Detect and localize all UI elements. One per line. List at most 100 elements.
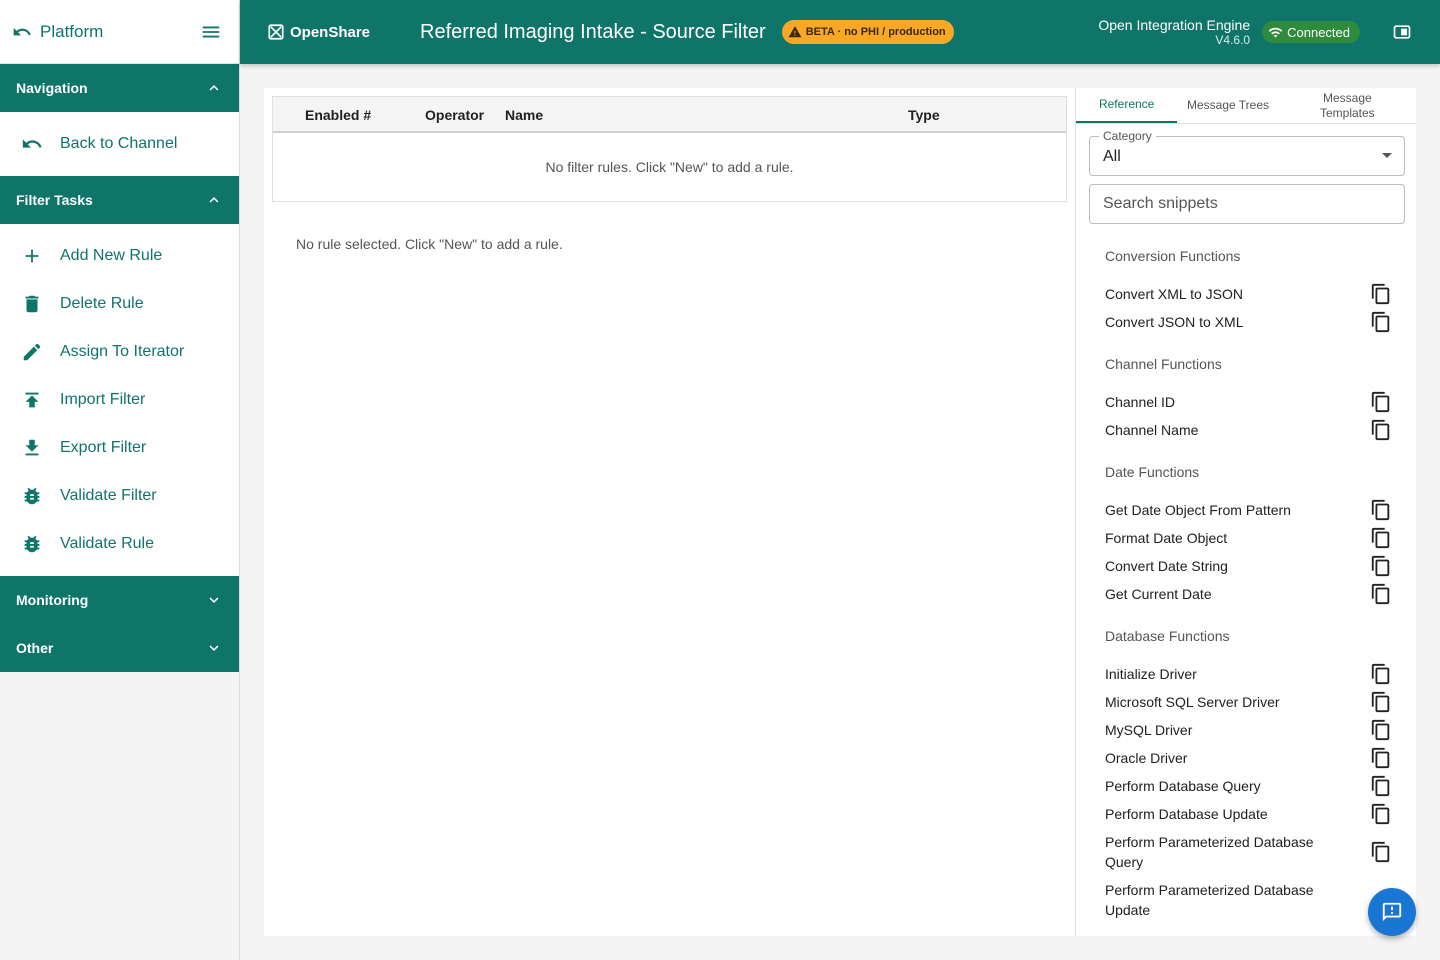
snippet-item[interactable]: Convert XML to JSON — [1076, 280, 1416, 308]
snippet-item[interactable]: Convert JSON to XML — [1076, 308, 1416, 336]
nav-item-export-filter[interactable]: Export Filter — [0, 424, 239, 472]
nav-item-validate-rule[interactable]: Validate Rule — [0, 520, 239, 568]
snippet-item[interactable]: Get Date Object From Pattern — [1076, 496, 1416, 524]
sidebar-top: Platform — [0, 0, 239, 64]
copy-icon[interactable] — [1369, 282, 1393, 306]
nav-item-label: Back to Channel — [60, 135, 178, 152]
snippet-item[interactable]: Format Date Object — [1076, 524, 1416, 552]
feedback-button[interactable] — [1368, 888, 1416, 936]
nav-item-delete-rule[interactable]: Delete Rule — [0, 280, 239, 328]
section-filter-tasks-header[interactable]: Filter Tasks — [0, 176, 239, 224]
column-header-enabled[interactable]: Enabled # — [305, 107, 371, 123]
copy-icon[interactable] — [1369, 774, 1393, 798]
snippet-group-date: Date Functions Get Date Object From Patt… — [1076, 456, 1416, 620]
column-header-type[interactable]: Type — [908, 107, 940, 123]
section-navigation-header[interactable]: Navigation — [0, 64, 239, 112]
reference-tabs: Reference Message Trees Message Template… — [1076, 88, 1416, 124]
platform-link[interactable]: Platform — [12, 22, 199, 42]
dropdown-arrow-icon — [1382, 153, 1392, 158]
section-title: Monitoring — [16, 592, 89, 608]
section-filter-tasks-body: Add New Rule Delete Rule Assign To Itera… — [0, 224, 239, 576]
nav-item-label: Delete Rule — [60, 295, 144, 312]
snippet-search-input[interactable] — [1089, 184, 1405, 224]
snippet-item[interactable]: Perform Parameterized Database Query — [1076, 828, 1416, 876]
snippet-item[interactable]: MySQL Driver — [1076, 716, 1416, 744]
nav-item-validate-filter[interactable]: Validate Filter — [0, 472, 239, 520]
snippet-item[interactable]: Perform Database Query — [1076, 772, 1416, 800]
snippet-label: Initialize Driver — [1105, 666, 1197, 682]
engine-name: Open Integration Engine — [1098, 17, 1251, 33]
pencil-icon — [20, 340, 44, 364]
copy-icon[interactable] — [1369, 718, 1393, 742]
snippet-item[interactable]: Channel Name — [1076, 416, 1416, 444]
copy-icon[interactable] — [1369, 498, 1393, 522]
snippet-label: Perform Parameterized Database Update — [1105, 882, 1314, 918]
hamburger-menu-icon[interactable] — [199, 20, 223, 44]
tab-message-templates[interactable]: Message Templates — [1279, 88, 1416, 123]
category-value: All — [1103, 148, 1121, 165]
brand-name: OpenShare — [290, 23, 371, 41]
copy-icon[interactable] — [1369, 690, 1393, 714]
chevron-down-icon — [209, 645, 219, 651]
copy-icon[interactable] — [1369, 526, 1393, 550]
snippet-label: Channel Name — [1105, 422, 1199, 438]
snippet-item[interactable]: Get Current Date — [1076, 580, 1416, 608]
copy-icon[interactable] — [1369, 840, 1393, 864]
snippet-item[interactable]: Convert Date String — [1076, 552, 1416, 580]
copy-icon[interactable] — [1369, 662, 1393, 686]
nav-item-back-to-channel[interactable]: Back to Channel — [0, 120, 239, 168]
copy-icon[interactable] — [1369, 310, 1393, 334]
section-title: Filter Tasks — [16, 192, 93, 208]
platform-label: Platform — [40, 21, 104, 41]
snippet-item[interactable]: Channel ID — [1076, 388, 1416, 416]
header-right: Open Integration Engine V4.6.0 Connected — [1098, 17, 1440, 47]
section-title: Navigation — [16, 80, 88, 96]
brand-logo[interactable]: OpenShare — [267, 23, 420, 41]
panel-toggle-icon[interactable] — [1390, 20, 1414, 44]
snippet-label: Oracle Driver — [1105, 750, 1188, 766]
snippet-group-channel: Channel Functions Channel ID Channel Nam… — [1076, 348, 1416, 456]
copy-icon[interactable] — [1369, 390, 1393, 414]
nav-item-label: Import Filter — [60, 391, 146, 408]
nav-item-assign-to-iterator[interactable]: Assign To Iterator — [0, 328, 239, 376]
nav-item-label: Assign To Iterator — [60, 343, 185, 360]
column-header-name[interactable]: Name — [505, 107, 543, 123]
copy-icon[interactable] — [1369, 554, 1393, 578]
snippet-label: Perform Database Update — [1105, 806, 1268, 822]
undo-icon — [13, 27, 31, 35]
tab-reference[interactable]: Reference — [1076, 88, 1178, 123]
category-label: Category — [1099, 129, 1156, 143]
nav-item-add-new-rule[interactable]: Add New Rule — [0, 232, 239, 280]
nav-item-label: Add New Rule — [60, 247, 163, 264]
connection-status-label: Connected — [1287, 24, 1350, 40]
beta-badge: BETA · no PHI / production — [781, 20, 954, 44]
tab-message-trees[interactable]: Message Trees — [1177, 88, 1278, 123]
snippet-item[interactable]: Oracle Driver — [1076, 744, 1416, 772]
section-monitoring-header[interactable]: Monitoring — [0, 576, 239, 624]
snippet-item[interactable]: Perform Database Update — [1076, 800, 1416, 828]
copy-icon[interactable] — [1369, 418, 1393, 442]
nav-item-import-filter[interactable]: Import Filter — [0, 376, 239, 424]
section-other-header[interactable]: Other — [0, 624, 239, 672]
reference-panel: Reference Message Trees Message Template… — [1075, 88, 1416, 936]
copy-icon[interactable] — [1369, 802, 1393, 826]
trash-icon — [20, 292, 44, 316]
snippet-item[interactable]: Initialize Driver — [1076, 660, 1416, 688]
snippet-item[interactable]: Perform Parameterized Database Update — [1076, 876, 1416, 924]
copy-icon[interactable] — [1369, 746, 1393, 770]
snippet-label: Perform Parameterized Database Query — [1105, 834, 1314, 870]
rules-table-empty-message: No filter rules. Click "New" to add a ru… — [545, 159, 794, 175]
snippet-label: Convert XML to JSON — [1105, 286, 1243, 302]
snippet-label: Get Current Date — [1105, 586, 1212, 602]
section-title: Other — [16, 640, 54, 656]
chevron-up-icon — [209, 85, 219, 91]
snippet-label: Channel ID — [1105, 394, 1176, 410]
bug-icon — [20, 532, 44, 556]
copy-icon[interactable] — [1369, 582, 1393, 606]
category-select[interactable]: Category All — [1089, 129, 1405, 176]
snippet-label: MySQL Driver — [1105, 722, 1193, 738]
no-rule-selected-message: No rule selected. Click "New" to add a r… — [296, 236, 563, 252]
column-header-operator[interactable]: Operator — [425, 107, 484, 123]
upload-icon — [20, 388, 44, 412]
snippet-item[interactable]: Microsoft SQL Server Driver — [1076, 688, 1416, 716]
